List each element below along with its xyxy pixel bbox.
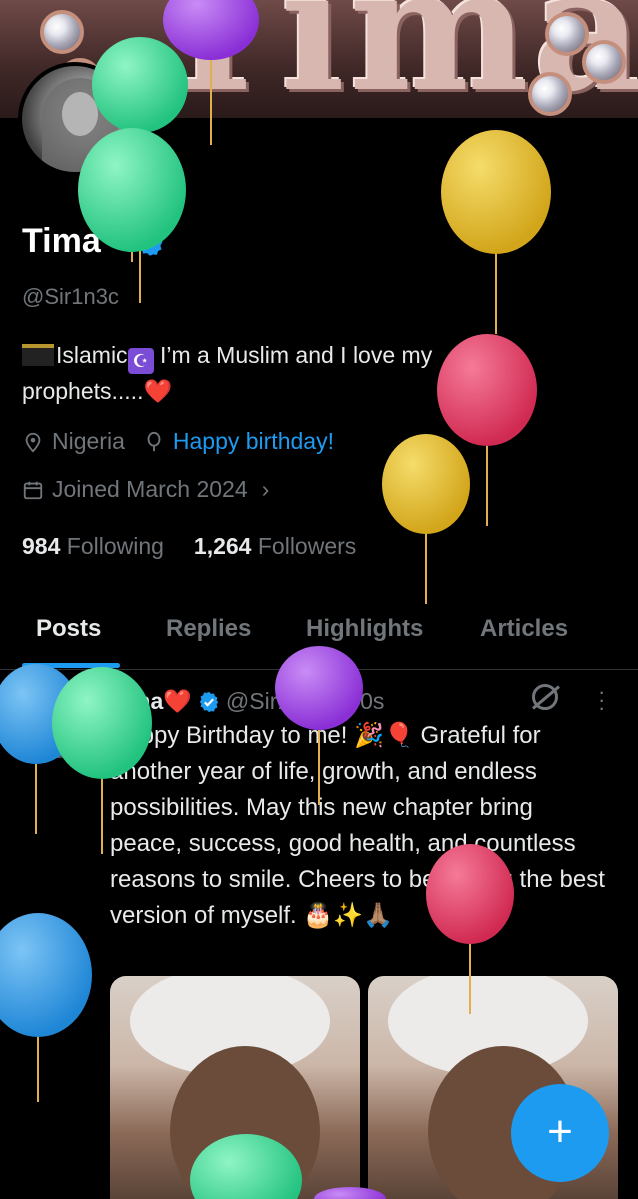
- post-header: Tima❤️ @Sir1n3c · 40s: [110, 688, 384, 715]
- following-count: 984: [22, 533, 61, 559]
- more-icon[interactable]: · · ·: [598, 681, 605, 719]
- balloon: [441, 130, 551, 334]
- post-avatar[interactable]: [22, 688, 92, 758]
- post-time[interactable]: · 40s: [333, 688, 384, 715]
- profile-meta-row: Nigeria Happy birthday!: [22, 428, 334, 455]
- profile-tabs: Posts Replies Highlights Articles: [0, 605, 638, 670]
- crescent-moon-emoji: ☪: [127, 348, 154, 374]
- active-tab-indicator: [22, 663, 120, 668]
- location-icon: [25, 432, 41, 452]
- post-author-name[interactable]: Tima❤️: [110, 688, 192, 715]
- heart-icon: ❤: [106, 226, 129, 256]
- profile-avatar[interactable]: [18, 62, 132, 176]
- following-label: Following: [66, 533, 164, 559]
- balloon-icon: [147, 431, 161, 451]
- post-text: Happy Birthday to me! 🎉🎈 Grateful for an…: [110, 722, 605, 929]
- plus-icon: +: [547, 1107, 573, 1156]
- followers-count: 1,264: [193, 533, 252, 559]
- banner-gem: [545, 12, 589, 56]
- joined-date: Joined March 2024: [52, 476, 248, 502]
- bio-text-3: prophets.....❤️: [22, 378, 173, 404]
- profile-bio: Islamic ☪ I’m a Muslim and I love my prop…: [22, 338, 522, 409]
- tab-replies[interactable]: Replies: [166, 615, 251, 643]
- tab-highlights[interactable]: Highlights: [306, 615, 423, 643]
- follow-stats: 984 Following 1,264 Followers: [22, 533, 356, 560]
- following-link[interactable]: 984 Following: [22, 533, 164, 560]
- bio-text-2: I’m a Muslim and I love my: [153, 342, 433, 368]
- photo-face: [170, 1046, 320, 1199]
- post-author-handle[interactable]: @Sir1n3c: [226, 688, 327, 715]
- profile-handle: @Sir1n3c: [22, 284, 119, 309]
- tab-posts[interactable]: Posts: [36, 615, 101, 643]
- joined-row: Joined March 2024 ›: [22, 476, 269, 503]
- chevron-right-icon[interactable]: ›: [262, 476, 270, 503]
- banner-gem: [582, 40, 626, 84]
- balloon: [382, 434, 470, 604]
- balloon: [0, 913, 92, 1102]
- banner-gem: [40, 10, 84, 54]
- verified-icon[interactable]: [135, 227, 165, 257]
- birthday-link[interactable]: Happy birthday!: [173, 428, 334, 455]
- post-image[interactable]: [110, 976, 360, 1199]
- kaaba-emoji: [22, 344, 54, 366]
- bio-text-1: Islamic: [56, 342, 128, 368]
- compose-post-button[interactable]: +: [511, 1084, 609, 1182]
- tab-articles[interactable]: Articles: [480, 615, 568, 643]
- profile-location: Nigeria: [52, 428, 125, 454]
- followers-label: Followers: [257, 533, 357, 559]
- grok-icon[interactable]: [532, 684, 558, 710]
- avatar-face: [62, 92, 98, 136]
- verified-icon: [199, 691, 219, 712]
- followers-link[interactable]: 1,264 Followers: [194, 533, 356, 560]
- profile-name-row: Tima ❤: [22, 222, 165, 261]
- banner-gem: [528, 72, 572, 116]
- calendar-icon: [23, 481, 43, 499]
- profile-name: Tima: [22, 222, 101, 260]
